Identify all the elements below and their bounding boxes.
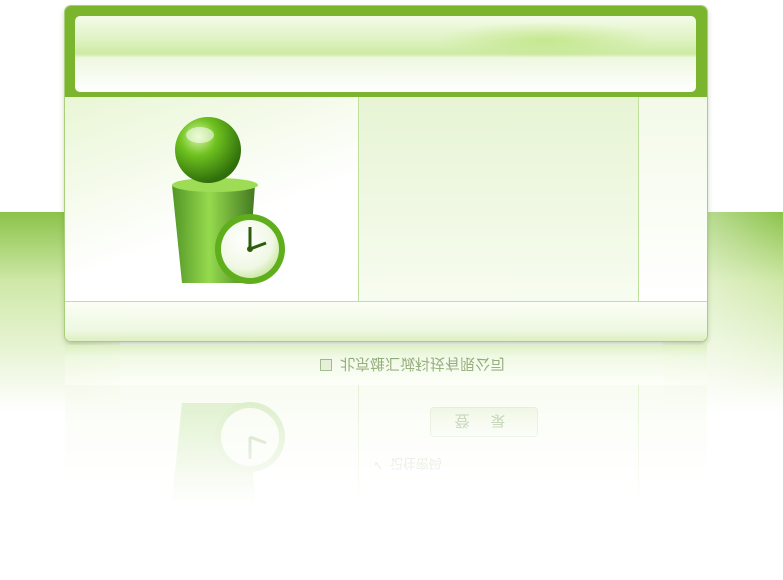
login-panel [65, 6, 707, 341]
reflection-divider [638, 385, 639, 505]
company-name-reflection: 北京雄汇诚科技有限公司 [320, 355, 505, 375]
bullet-icon [320, 359, 332, 371]
company-name-text: 北京雄汇诚科技有限公司 [340, 355, 506, 374]
panel-body [65, 97, 707, 301]
person-clock-logo-icon [172, 117, 285, 284]
right-column [639, 97, 707, 301]
login-form-area [359, 97, 639, 301]
panel-header [65, 6, 707, 97]
login-button-label: 登 录 [454, 412, 514, 431]
panel-footer [65, 301, 707, 341]
remember-password-label: 记住密码 [389, 455, 442, 470]
logo-reflection-icon [172, 402, 285, 501]
panel-reflection: 北京雄汇诚科技有限公司 登 录 ✓ 记住密码 [65, 345, 707, 505]
header-banner [75, 16, 696, 92]
remember-password-reflection: ✓ 记住密码 [373, 455, 442, 474]
logo-area [65, 97, 359, 301]
checkbox-icon: ✓ [373, 457, 384, 472]
login-button-reflection: 登 录 [430, 407, 538, 437]
